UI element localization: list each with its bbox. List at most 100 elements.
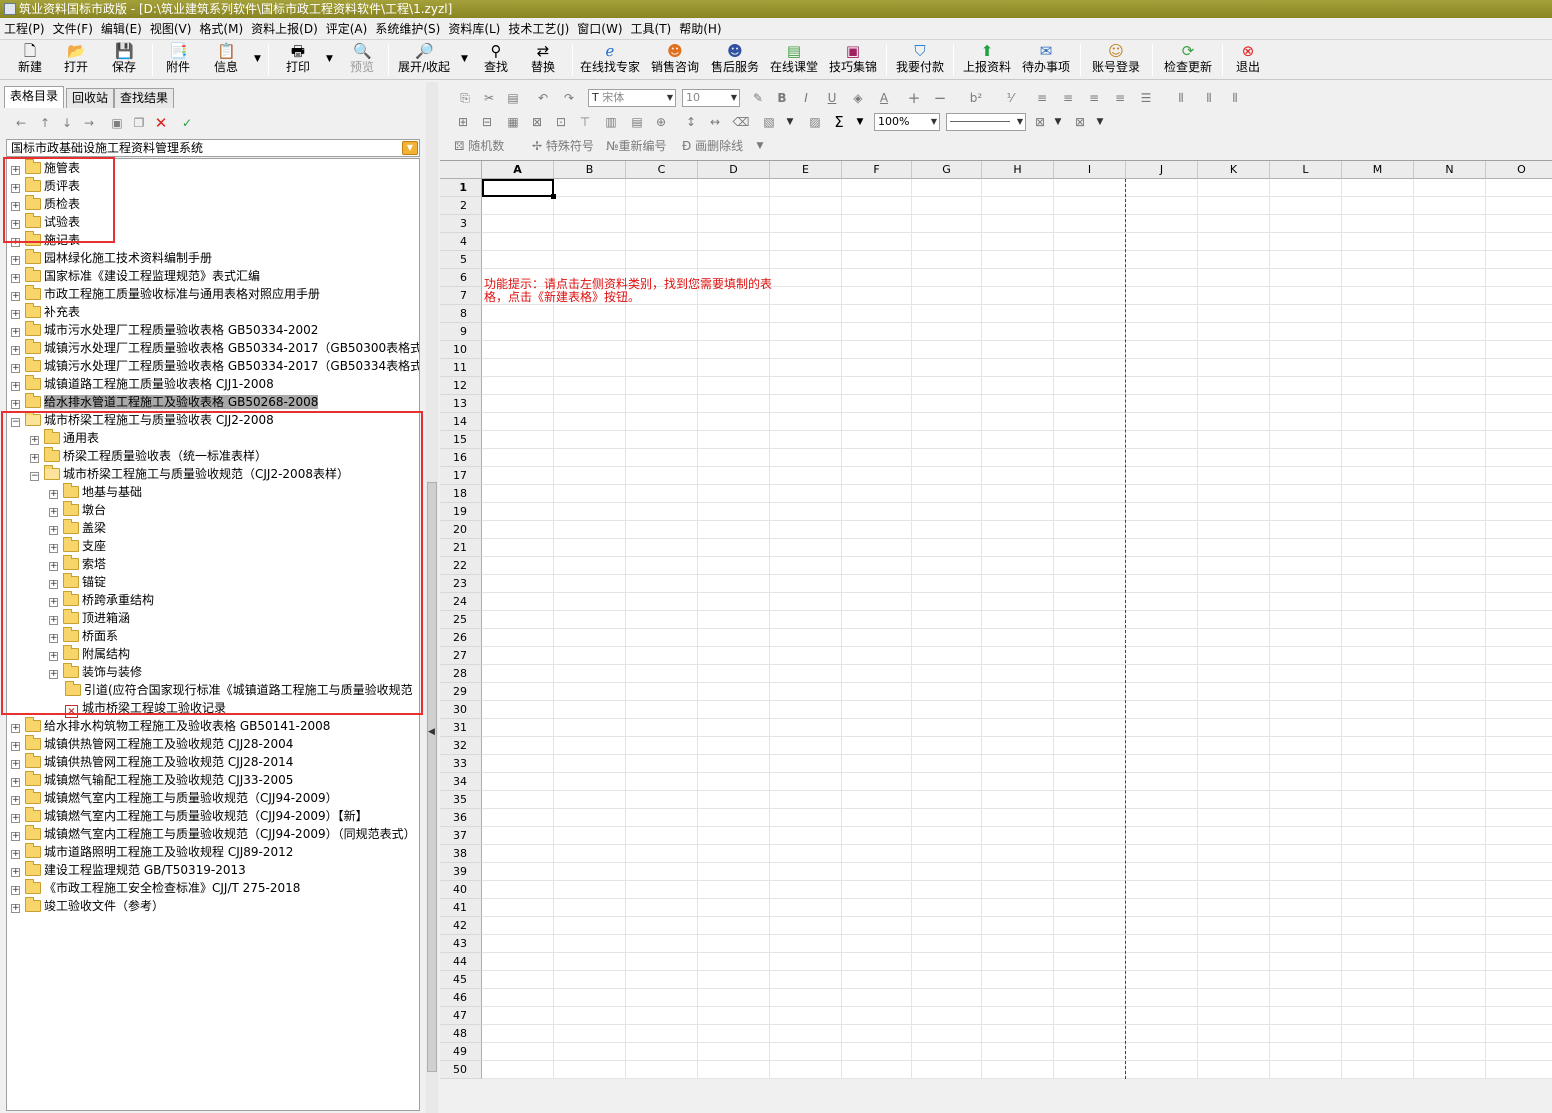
decrease-button[interactable]: −	[932, 89, 948, 107]
tips-button[interactable]: ▣ 技巧集锦	[826, 42, 880, 78]
row-header[interactable]: 48	[440, 1025, 482, 1043]
info-dropdown-icon[interactable]: ▼	[254, 54, 261, 64]
sum-button[interactable]: Σ	[830, 113, 848, 131]
upload-button[interactable]: ⬆ 上报资料	[960, 42, 1014, 78]
row-header[interactable]: 36	[440, 809, 482, 827]
row-header[interactable]: 4	[440, 233, 482, 251]
line-style-select[interactable]: ▼	[946, 113, 1026, 131]
system-select[interactable]: 国标市政基础设施工程资料管理系统 ▼	[6, 139, 420, 157]
lock-icon[interactable]: ⊕	[652, 113, 670, 131]
column-header[interactable]: O	[1486, 161, 1552, 179]
after-sales-button[interactable]: ☻ 售后服务	[708, 42, 762, 78]
row-header[interactable]: 33	[440, 755, 482, 773]
expand-collapse-button[interactable]: 🔎 展开/收起	[394, 42, 454, 78]
row-header[interactable]: 28	[440, 665, 482, 683]
row-header[interactable]: 1	[440, 179, 482, 197]
tree-node[interactable]: + 城镇污水处理厂工程质量验收表格 GB50334-2017（GB50334表格式…	[11, 357, 419, 375]
align-left-icon[interactable]: ≡	[1034, 89, 1050, 107]
border-icon[interactable]: ▧	[760, 113, 778, 131]
row-header[interactable]: 14	[440, 413, 482, 431]
row-header[interactable]: 12	[440, 377, 482, 395]
tab-recycle-bin[interactable]: 回收站	[66, 88, 115, 108]
menu-item[interactable]: 资料上报(D)	[247, 18, 322, 40]
expand-icon[interactable]: +	[11, 346, 20, 355]
replace-button[interactable]: ⇄ 替换	[525, 42, 561, 78]
eraser-icon[interactable]: ⌫	[732, 113, 750, 131]
row-header[interactable]: 47	[440, 1007, 482, 1025]
fraction-icon[interactable]: ⅟	[1000, 89, 1020, 107]
split-cells-icon[interactable]: ⊟	[478, 113, 496, 131]
menu-item[interactable]: 视图(V)	[146, 18, 196, 40]
row-header[interactable]: 34	[440, 773, 482, 791]
expand-icon[interactable]: +	[11, 742, 20, 751]
zoom-select[interactable]: 100% ▼	[874, 113, 940, 131]
tree-node[interactable]: + 城镇供热管网工程施工及验收规范 CJJ28-2014	[11, 753, 293, 771]
row-header[interactable]: 45	[440, 971, 482, 989]
tree-node[interactable]: + 园林绿化施工技术资料编制手册	[11, 249, 212, 267]
expand-icon[interactable]: +	[11, 886, 20, 895]
row-header[interactable]: 29	[440, 683, 482, 701]
sales-consult-button[interactable]: ☻ 销售咨询	[648, 42, 702, 78]
tab-search-results[interactable]: 查找结果	[114, 88, 175, 108]
row-header[interactable]: 35	[440, 791, 482, 809]
row-header[interactable]: 21	[440, 539, 482, 557]
cut-icon[interactable]: ✂	[480, 89, 498, 107]
column-header[interactable]: D	[698, 161, 770, 179]
menu-item[interactable]: 资料库(L)	[444, 18, 504, 40]
italic-button[interactable]: I	[798, 89, 814, 107]
menu-item[interactable]: 工具(T)	[627, 18, 676, 40]
row-header[interactable]: 27	[440, 647, 482, 665]
grid-corner[interactable]	[440, 161, 482, 179]
menu-item[interactable]: 编辑(E)	[97, 18, 146, 40]
delete-col-icon[interactable]: ▥	[602, 113, 620, 131]
tree-scrollbar[interactable]: ◀	[426, 82, 438, 1113]
check-update-button[interactable]: ⟳ 检查更新	[1160, 42, 1216, 78]
column-header[interactable]: M	[1342, 161, 1414, 179]
row-header[interactable]: 23	[440, 575, 482, 593]
row-header[interactable]: 20	[440, 521, 482, 539]
save-button[interactable]: 💾 保存	[104, 42, 144, 78]
splitter-arrow-icon[interactable]: ◀	[428, 727, 435, 737]
expand-icon[interactable]: +	[11, 274, 20, 283]
expand-dropdown-icon[interactable]: ▼	[461, 54, 468, 64]
row-header[interactable]: 8	[440, 305, 482, 323]
distribute-icon[interactable]: ☰	[1138, 89, 1154, 107]
bold-button[interactable]: B	[774, 89, 790, 107]
clipboard-icon[interactable]: ▤	[504, 89, 522, 107]
format-painter-icon[interactable]: ✎	[750, 89, 766, 107]
column-header[interactable]: N	[1414, 161, 1486, 179]
pay-button[interactable]: ⛉ 我要付款	[893, 42, 947, 78]
tree-node[interactable]: + 《市政工程施工安全检查标准》CJJ/T 275-2018	[11, 879, 300, 897]
align-right-icon[interactable]: ≡	[1086, 89, 1102, 107]
row-header[interactable]: 50	[440, 1061, 482, 1079]
column-header[interactable]: F	[842, 161, 912, 179]
row-header[interactable]: 40	[440, 881, 482, 899]
online-expert-button[interactable]: ℯ 在线找专家	[578, 42, 642, 78]
merge-cells-icon[interactable]: ⊞	[454, 113, 472, 131]
row-header[interactable]: 6	[440, 269, 482, 287]
column-header[interactable]: E	[770, 161, 842, 179]
column-header[interactable]: J	[1126, 161, 1198, 179]
row-header[interactable]: 5	[440, 251, 482, 269]
row-header[interactable]: 17	[440, 467, 482, 485]
diagonal-dropdown-icon[interactable]: ▼	[1094, 113, 1106, 131]
tree-node[interactable]: + 市政工程施工质量验收标准与通用表格对照应用手册	[11, 285, 320, 303]
menu-item[interactable]: 窗口(W)	[573, 18, 626, 40]
column-header[interactable]: A	[482, 161, 554, 179]
row-header[interactable]: 15	[440, 431, 482, 449]
tree-node[interactable]: + 城镇道路工程施工质量验收表格 CJJ1-2008	[11, 375, 274, 393]
special-symbol-button[interactable]: ✢ 特殊符号	[532, 137, 602, 155]
arrow-left-icon[interactable]: ←	[12, 114, 30, 132]
undo-icon[interactable]: ↶	[534, 89, 552, 107]
row-header[interactable]: 42	[440, 917, 482, 935]
menu-item[interactable]: 评定(A)	[322, 18, 372, 40]
column-header[interactable]: G	[912, 161, 982, 179]
arrow-up-icon[interactable]: ↑	[36, 114, 54, 132]
print-button[interactable]: 🖶 打印	[278, 42, 318, 78]
scrollbar-thumb[interactable]	[427, 482, 437, 1072]
strikethrough-button[interactable]: Ð 画删除线	[682, 137, 752, 155]
row-header[interactable]: 22	[440, 557, 482, 575]
expand-icon[interactable]: +	[11, 868, 20, 877]
row-header[interactable]: 10	[440, 341, 482, 359]
row-header[interactable]: 3	[440, 215, 482, 233]
